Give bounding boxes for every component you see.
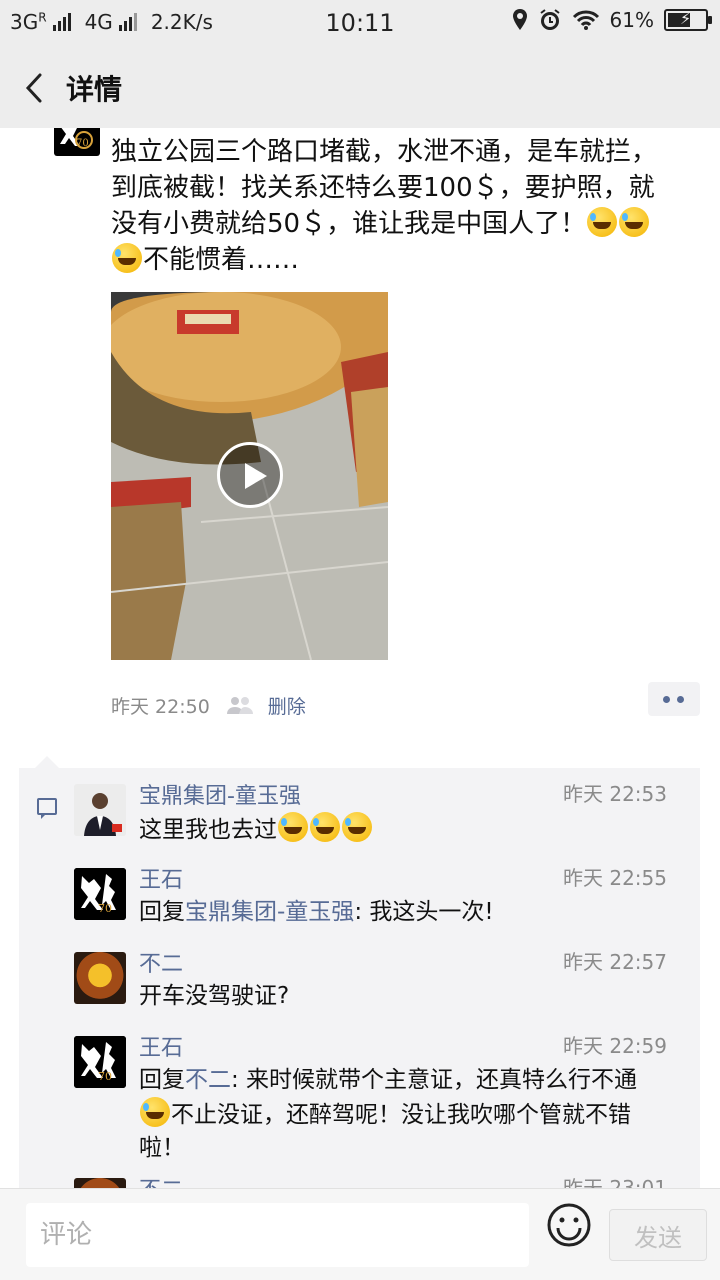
dot [677, 696, 684, 703]
laughing-crying-emoji [310, 812, 340, 842]
comment-text: 回复宝鼎集团-童玉强: 我这头一次! [139, 899, 494, 925]
post-meta: 昨天 22:50 删除 [111, 690, 306, 720]
comment-input-bar: 发送 [0, 1188, 720, 1280]
post-detail: 70 独立公园三个路口堵截，水泄不通，是车就拦， 到底被截！找关系还特么要100… [0, 128, 720, 1188]
comments-section: 宝鼎集团-童玉强 昨天 22:53 这里我也去过 70 王石 昨天 22:55 … [19, 756, 700, 1188]
commenter-avatar[interactable] [74, 784, 126, 836]
post-text: 独立公园三个路口堵截，水泄不通，是车就拦， 到底被截！找关系还特么要100＄，要… [111, 134, 701, 278]
comment-line: 回复不二: 来时候就带个主意证，还真特么行不通 [139, 1067, 638, 1093]
reply-to-name[interactable]: 宝鼎集团-童玉强 [185, 899, 354, 925]
laughing-crying-emoji [587, 207, 618, 237]
comment-time: 昨天 22:55 [563, 866, 667, 890]
people-icon [226, 697, 253, 714]
comment-text: 这里我也去过 [139, 812, 679, 847]
commenter-name[interactable]: 王石 [139, 1030, 183, 1062]
comment-time: 昨天 23:01 [563, 1176, 667, 1188]
location-icon [512, 9, 527, 30]
comment-input[interactable] [26, 1203, 529, 1267]
author-avatar[interactable]: 70 [54, 128, 100, 156]
laughing-crying-emoji [112, 243, 142, 273]
status-right: 61% ⚡ [512, 8, 712, 32]
back-arrow-icon[interactable] [22, 72, 48, 104]
svg-text:70: 70 [98, 1070, 112, 1083]
comment-item[interactable]: 70 王石 昨天 22:55 回复宝鼎集团-童玉强: 我这头一次! [19, 862, 700, 932]
video-thumbnail[interactable] [111, 292, 388, 660]
commenter-name[interactable]: 不二 [139, 946, 183, 978]
alarm-icon [539, 9, 560, 30]
comment-item[interactable]: 不二 昨天 22:57 开车没驾驶证? [19, 946, 700, 1016]
commenter-avatar[interactable]: 70 [74, 868, 126, 920]
post-text-line: 独立公园三个路口堵截，水泄不通，是车就拦， [111, 137, 658, 167]
commenter-name[interactable]: 宝鼎集团-童玉强 [139, 778, 301, 810]
wifi-icon [572, 10, 599, 30]
comment-time: 昨天 22:53 [563, 782, 667, 806]
commenter-name[interactable]: 不二 [139, 1172, 183, 1188]
post-text-line: 没有小费就给50＄，谁让我是中国人了！ [111, 206, 701, 242]
laughing-crying-emoji [140, 1097, 170, 1127]
smiley-icon[interactable] [546, 1202, 592, 1248]
svg-text:70: 70 [98, 902, 112, 915]
post-text-line: 到底被截！找关系还特么要100＄，要护照，就 [111, 173, 655, 203]
charging-icon: ⚡ [680, 9, 692, 28]
reply-to-name[interactable]: 不二 [185, 1067, 231, 1093]
battery-percent: 61% [609, 8, 654, 32]
nav-bar: 详情 [0, 48, 720, 128]
battery-icon: ⚡ [664, 9, 712, 31]
comment-time: 昨天 22:57 [563, 950, 667, 974]
laughing-crying-emoji [619, 207, 650, 237]
play-icon[interactable] [217, 442, 283, 508]
comment-item[interactable]: 70 王石 昨天 22:59 回复不二: 来时候就带个主意证，还真特么行不通 不… [19, 1030, 700, 1161]
comment-text: 开车没驾驶证? [139, 983, 290, 1009]
comment-time: 昨天 22:59 [563, 1034, 667, 1058]
laughing-crying-emoji [342, 812, 372, 842]
comment-line: 啦！ [139, 1135, 185, 1161]
status-bar: 3GR 4G 2.2K/s 10:11 61% ⚡ [0, 0, 720, 48]
comment-item[interactable]: 不二 昨天 23:01 [19, 1172, 700, 1188]
commenter-name[interactable]: 王石 [139, 862, 183, 894]
dot [663, 696, 670, 703]
commenter-avatar[interactable] [74, 952, 126, 1004]
delete-button[interactable]: 删除 [268, 692, 306, 719]
page-title: 详情 [66, 73, 123, 106]
post-text-line: 不能惯着…… [111, 242, 701, 278]
more-actions-button[interactable] [648, 682, 700, 716]
laughing-crying-emoji [278, 812, 308, 842]
svg-text:70: 70 [76, 138, 89, 149]
comment-text: 回复不二: 来时候就带个主意证，还真特么行不通 不止没证，还醉驾呢！没让我吹哪个… [139, 1064, 679, 1165]
send-button[interactable]: 发送 [609, 1209, 707, 1261]
screen: 3GR 4G 2.2K/s 10:11 61% ⚡ 详情 70 独立公园三个路口… [0, 0, 720, 1280]
commenter-avatar[interactable]: 70 [74, 1036, 126, 1088]
comment-line: 不止没证，还醉驾呢！没让我吹哪个管就不错 [139, 1097, 679, 1132]
commenter-avatar[interactable] [74, 1178, 126, 1188]
post-time: 昨天 22:50 [111, 695, 210, 718]
comment-item[interactable]: 宝鼎集团-童玉强 昨天 22:53 这里我也去过 [19, 778, 700, 848]
